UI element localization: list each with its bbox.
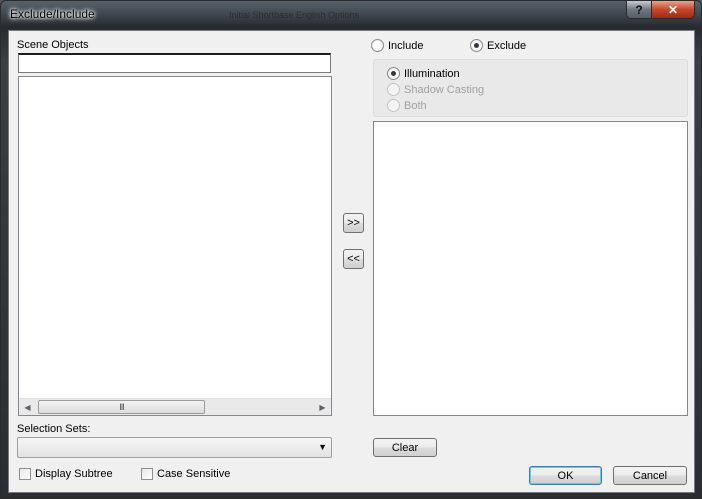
scrollbar-grip-icon: III — [119, 402, 124, 412]
help-button[interactable]: ? — [626, 1, 652, 19]
cancel-button[interactable]: Cancel — [613, 466, 687, 485]
both-radio-icon — [387, 99, 400, 112]
scroll-left-icon[interactable]: ◀ — [19, 399, 36, 415]
case-sensitive-label: Case Sensitive — [157, 468, 231, 480]
both-radio[interactable]: Both — [387, 99, 427, 112]
include-label: Include — [388, 39, 424, 52]
display-subtree-checkbox-icon — [19, 468, 31, 480]
ok-button[interactable]: OK — [529, 466, 602, 485]
case-sensitive-checkbox-icon — [141, 468, 153, 480]
exclude-label: Exclude — [487, 39, 527, 52]
include-radio-icon — [371, 39, 384, 52]
close-button[interactable]: ✕ — [652, 1, 695, 19]
illumination-radio-icon — [387, 67, 400, 80]
exclude-radio-icon — [470, 39, 483, 52]
horizontal-scrollbar[interactable]: ◀ III ▶ — [19, 398, 331, 415]
clear-button[interactable]: Clear — [373, 438, 437, 457]
title-bar[interactable]: Exclude/Include Initial Shortbase Englis… — [1, 1, 701, 27]
scrollbar-thumb[interactable]: III — [38, 400, 205, 414]
display-subtree-label: Display Subtree — [35, 468, 113, 480]
selection-sets-dropdown[interactable]: ▼ — [17, 437, 332, 458]
cancel-label: Cancel — [632, 469, 668, 482]
scene-objects-label: Scene Objects — [17, 39, 89, 51]
scene-objects-filter-input[interactable] — [18, 53, 331, 73]
selection-sets-label: Selection Sets: — [17, 423, 91, 435]
close-icon: ✕ — [667, 2, 679, 17]
include-radio[interactable]: Include — [371, 39, 423, 52]
background-window-title: Initial Shortbase English Options — [229, 10, 360, 20]
add-to-list-label: >> — [347, 217, 360, 229]
chevron-down-icon: ▼ — [318, 442, 327, 452]
ok-label: OK — [557, 469, 574, 482]
remove-from-list-button[interactable]: << — [343, 249, 364, 269]
display-subtree-checkbox[interactable]: Display Subtree — [19, 468, 113, 480]
clear-label: Clear — [391, 441, 419, 454]
shadow-casting-label: Shadow Casting — [404, 83, 485, 96]
illumination-label: Illumination — [404, 67, 460, 80]
exclude-radio[interactable]: Exclude — [470, 39, 526, 52]
scroll-right-icon[interactable]: ▶ — [314, 399, 331, 415]
exclude-include-window: Exclude/Include Initial Shortbase Englis… — [0, 0, 702, 499]
case-sensitive-checkbox[interactable]: Case Sensitive — [141, 468, 230, 480]
remove-from-list-label: << — [347, 253, 360, 265]
shadow-casting-radio-icon — [387, 83, 400, 96]
excluded-objects-list[interactable] — [373, 121, 688, 416]
both-label: Both — [404, 99, 427, 112]
add-to-list-button[interactable]: >> — [343, 213, 364, 233]
illumination-radio[interactable]: Illumination — [387, 67, 460, 80]
shadow-casting-radio[interactable]: Shadow Casting — [387, 83, 484, 96]
help-icon: ? — [635, 2, 643, 17]
scene-objects-list[interactable]: ◀ III ▶ — [18, 76, 332, 416]
window-title: Exclude/Include — [10, 7, 95, 21]
dialog-client-area: Scene Objects ◀ III ▶ >> << Include Excl… — [8, 30, 695, 493]
exclude-type-group: Illumination Shadow Casting Both — [373, 59, 688, 117]
title-bar-buttons: ? ✕ — [626, 1, 695, 19]
